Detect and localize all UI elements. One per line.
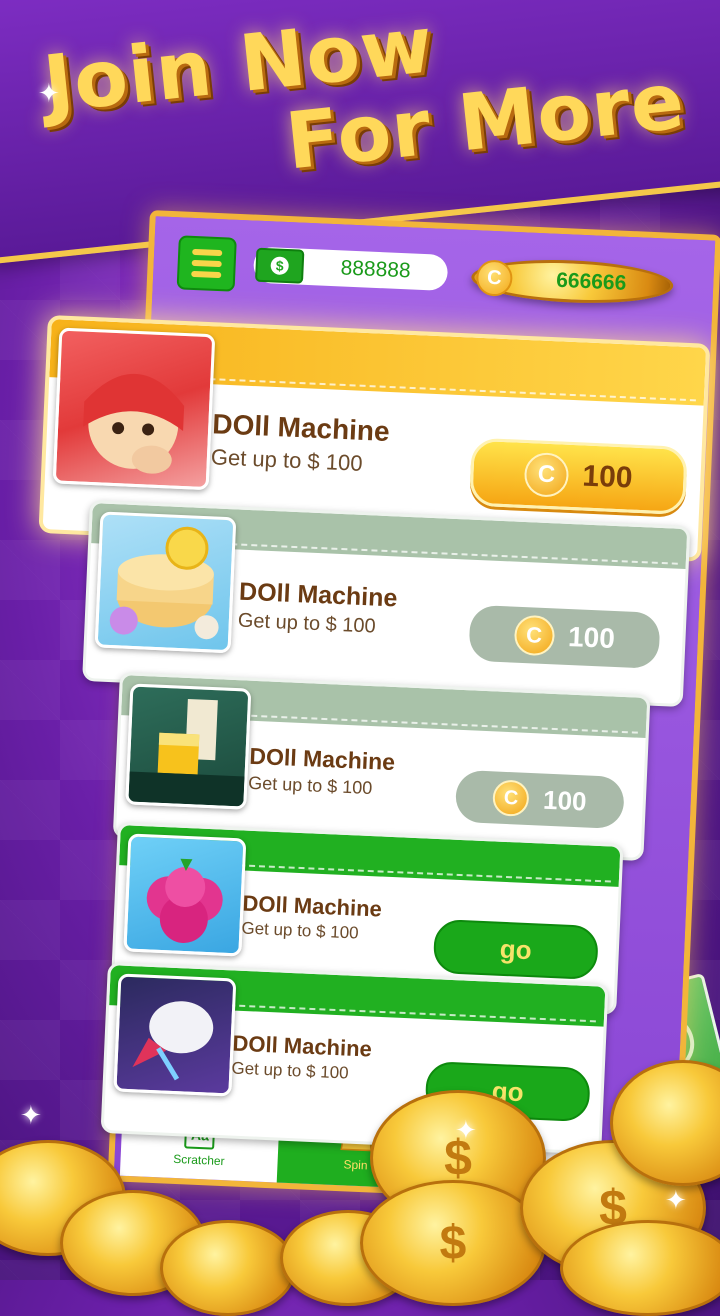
- offer-claim-button-2[interactable]: C 100: [468, 604, 661, 669]
- offer-claim-label-3: 100: [542, 784, 588, 816]
- offer-thumbnail-4: [123, 833, 247, 957]
- offer-claim-label-2: 100: [567, 621, 616, 655]
- nav-raffle-label: Raffle: [496, 1156, 529, 1172]
- offer-thumbnail-1: [52, 327, 216, 491]
- offer-go-label-4: go: [499, 933, 533, 965]
- offer-title-4: DOll Machine: [242, 890, 383, 922]
- offer-subtitle-4: Get up to $ 100: [241, 918, 360, 943]
- offer-claim-button-3[interactable]: C 100: [454, 769, 625, 830]
- sparkle-icon: ✦: [665, 1185, 687, 1215]
- sparkle-icon: ✦: [38, 78, 60, 108]
- offer-thumbnail-2: [94, 511, 237, 654]
- offer-title-2: DOll Machine: [238, 577, 398, 613]
- offer-claim-label-1: 100: [581, 459, 634, 495]
- menu-button[interactable]: [176, 235, 237, 292]
- cash-balance-value: 888888: [340, 256, 412, 283]
- offer-title-1: DOll Machine: [211, 408, 391, 447]
- offer-claim-button-1[interactable]: C 100: [469, 437, 688, 515]
- coin-balance-value: 666666: [555, 268, 627, 295]
- offer-thumbnail-3: [125, 683, 252, 810]
- sparkle-icon: ✦: [20, 1100, 42, 1130]
- nav-scratcher-label: Scratcher: [172, 1151, 225, 1169]
- nav-spin-label: Spin: [343, 1157, 368, 1173]
- coin-icon: C: [513, 614, 556, 657]
- offer-title-3: DOll Machine: [248, 742, 396, 776]
- cash-icon: $: [254, 247, 305, 284]
- offer-thumbnail-5: [113, 973, 237, 1097]
- offer-card-5[interactable]: DOll Machine Get up to $ 100 go: [100, 962, 609, 1155]
- coin-icon: C: [523, 451, 570, 498]
- offer-title-5: DOll Machine: [232, 1030, 373, 1062]
- offer-subtitle-1: Get up to $ 100: [210, 444, 364, 476]
- sparkle-icon: ✦: [455, 1115, 477, 1145]
- offer-go-button-5[interactable]: go: [424, 1061, 591, 1123]
- offer-go-button-4[interactable]: go: [432, 918, 599, 981]
- offer-subtitle-5: Get up to $ 100: [231, 1058, 350, 1083]
- offer-go-label-5: go: [491, 1075, 525, 1107]
- coin-icon: C: [475, 259, 514, 297]
- coin-icon: C: [492, 779, 530, 817]
- offer-subtitle-2: Get up to $ 100: [237, 609, 377, 638]
- offer-subtitle-3: Get up to $ 100: [247, 772, 373, 799]
